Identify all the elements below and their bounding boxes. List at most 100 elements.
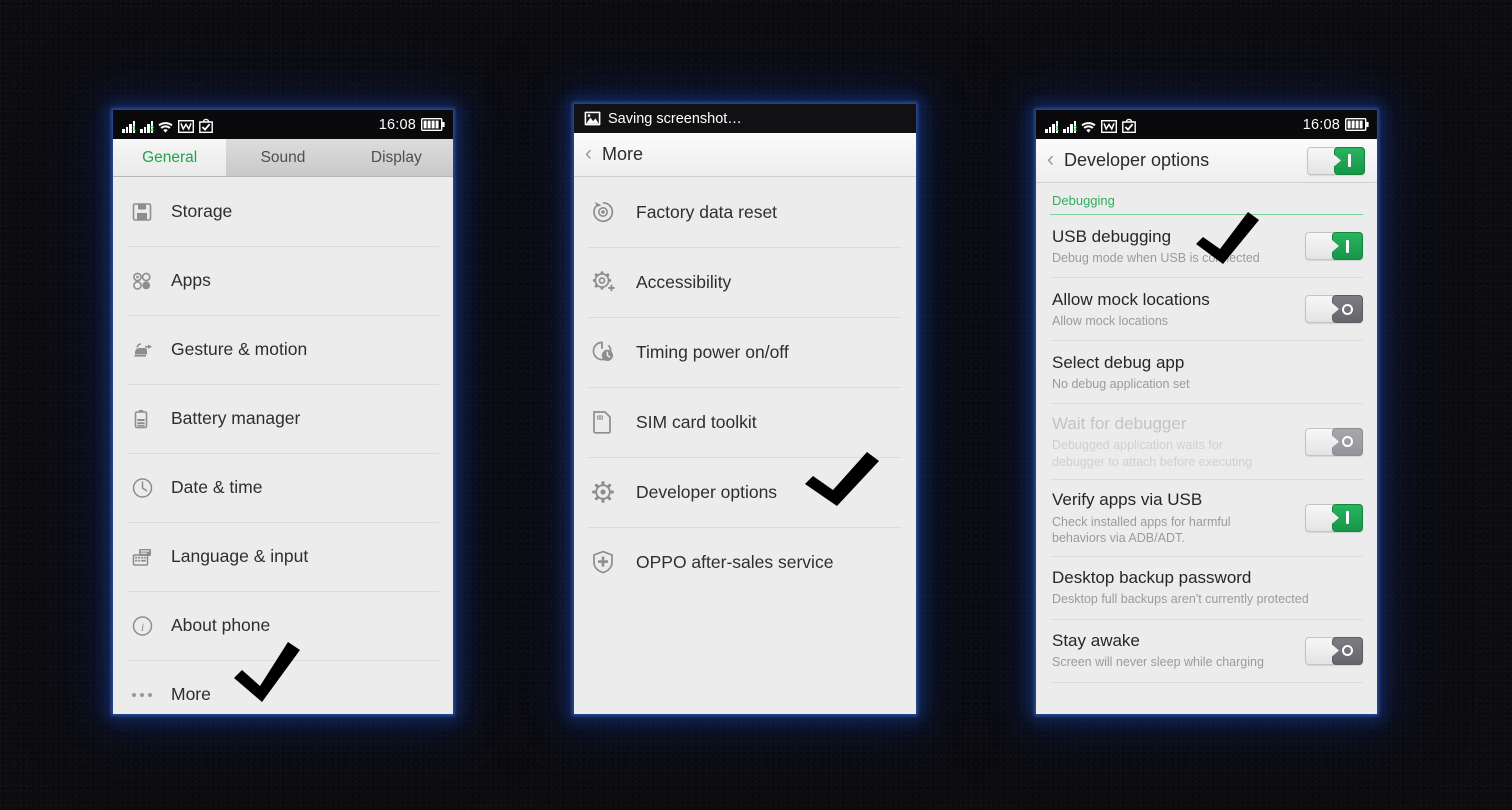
back-chevron-icon[interactable]: ‹ <box>1047 149 1054 173</box>
verify-apps-via-usb-toggle[interactable] <box>1305 503 1363 532</box>
list-item-sim-card-toolkit[interactable]: SIM card toolkit <box>574 387 916 457</box>
signal-bars-sim1-icon: 1 <box>1045 120 1059 133</box>
list-item-battery-manager[interactable]: Battery manager <box>113 384 453 453</box>
list-item-label: Factory data reset <box>636 201 778 222</box>
setting-row-desktop-backup-password[interactable]: Desktop backup password Desktop full bac… <box>1036 557 1377 620</box>
battery-icon <box>421 118 445 131</box>
tab-sound[interactable]: Sound <box>226 139 339 176</box>
list-item-label: Language & input <box>171 546 309 566</box>
gear-icon <box>590 479 636 505</box>
toggle-thumb <box>1334 146 1365 175</box>
setting-row-stay-awake[interactable]: Stay awake Screen will never sleep while… <box>1036 620 1377 683</box>
setting-row-usb-debugging[interactable]: USB debugging Debug mode when USB is con… <box>1036 215 1377 278</box>
wifi-icon <box>158 120 173 133</box>
status-bar-left-icons: 1 2 <box>122 116 213 133</box>
signal-bars-sim2-icon: 2 <box>1063 120 1077 133</box>
setting-title: Select debug app <box>1052 352 1185 372</box>
play-store-icon <box>1122 118 1136 133</box>
gmail-icon <box>1101 120 1117 133</box>
status-bar-clock: 16:08 <box>378 116 416 133</box>
list-item-storage[interactable]: Storage <box>113 177 453 246</box>
list-item-date-time[interactable]: Date & time <box>113 453 453 522</box>
phone-panel-settings-general: 1 2 16:08 General Sound Display Storage … <box>113 110 453 714</box>
usb-debugging-toggle[interactable] <box>1305 232 1363 260</box>
status-bar-clock: 16:08 <box>1302 116 1340 133</box>
timer-power-icon <box>590 339 636 365</box>
list-item-developer-options[interactable]: Developer options <box>574 457 916 527</box>
wait-for-debugger-toggle <box>1305 427 1363 456</box>
list-item-oppo-after-sales[interactable]: OPPO after-sales service <box>574 527 916 597</box>
settings-list-more: Factory data reset Accessibility Timing … <box>574 177 916 597</box>
list-item-label: Apps <box>171 270 211 290</box>
play-store-icon <box>199 118 213 133</box>
shield-plus-icon <box>590 549 636 575</box>
list-item-label: More <box>171 684 211 704</box>
setting-text: USB debugging Debug mode when USB is con… <box>1052 226 1305 267</box>
list-item-label: About phone <box>171 615 271 635</box>
list-item-factory-data-reset[interactable]: Factory data reset <box>574 177 916 247</box>
header-bar-more: ‹ More <box>574 133 916 177</box>
list-item-accessibility[interactable]: Accessibility <box>574 247 916 317</box>
section-header-debugging: Debugging <box>1052 193 1115 208</box>
setting-row-verify-apps-via-usb[interactable]: Verify apps via USB Check installed apps… <box>1036 480 1377 557</box>
toggle-thumb <box>1332 636 1363 665</box>
setting-title: Desktop backup password <box>1052 568 1252 588</box>
status-bar-right: 16:08 <box>1303 117 1369 133</box>
list-item-more[interactable]: More <box>113 660 453 714</box>
setting-subtitle: Debugged application waits for debugger … <box>1052 438 1253 469</box>
image-icon <box>584 111 601 126</box>
battery-icon <box>131 408 171 430</box>
developer-options-list: USB debugging Debug mode when USB is con… <box>1036 215 1377 683</box>
list-item-apps[interactable]: Apps <box>113 246 453 315</box>
status-bar-right: 16:08 <box>379 117 445 133</box>
phone-panel-developer-options: 1 2 16:08 ‹ Developer options Debugging … <box>1036 110 1377 714</box>
setting-row-allow-mock-locations[interactable]: Allow mock locations Allow mock location… <box>1036 278 1377 341</box>
page-title: More <box>602 144 644 164</box>
list-item-label: Battery manager <box>171 408 301 428</box>
toggle-thumb <box>1332 232 1363 260</box>
tab-display[interactable]: Display <box>340 139 453 176</box>
list-item-label: Developer options <box>636 481 778 502</box>
list-item-label: SIM card toolkit <box>636 411 757 432</box>
setting-title: Allow mock locations <box>1052 289 1210 309</box>
setting-subtitle: Screen will never sleep while charging <box>1052 655 1264 670</box>
hand-gesture-icon <box>131 339 171 361</box>
toggle-thumb <box>1332 427 1363 456</box>
status-bar: 1 2 16:08 <box>113 110 453 139</box>
gmail-icon <box>178 120 194 133</box>
setting-text: Desktop backup password Desktop full bac… <box>1052 567 1363 608</box>
notification-text: Saving screenshot… <box>608 110 742 127</box>
list-item-label: Gesture & motion <box>171 339 308 359</box>
setting-subtitle: Desktop full backups aren't currently pr… <box>1052 592 1309 607</box>
list-item-label: OPPO after-sales service <box>636 551 834 572</box>
setting-subtitle: Debug mode when USB is connected <box>1052 250 1260 265</box>
setting-row-select-debug-app[interactable]: Select debug app No debug application se… <box>1036 341 1377 404</box>
developer-options-master-toggle[interactable] <box>1307 146 1365 175</box>
list-item-timing-power[interactable]: Timing power on/off <box>574 317 916 387</box>
signal-bars-sim1-icon: 1 <box>122 120 136 133</box>
setting-subtitle: Allow mock locations <box>1052 313 1169 328</box>
back-chevron-icon[interactable]: ‹ <box>585 143 592 167</box>
factory-reset-icon <box>590 199 636 225</box>
keyboard-icon <box>131 546 171 568</box>
status-bar-left-icons: 1 2 <box>1045 116 1136 133</box>
list-item-about-phone[interactable]: i About phone <box>113 591 453 660</box>
setting-subtitle: No debug application set <box>1052 376 1190 391</box>
settings-list-general: Storage Apps Gesture & motion Battery ma… <box>113 177 453 714</box>
setting-text: Allow mock locations Allow mock location… <box>1052 289 1305 330</box>
toggle-thumb <box>1332 295 1363 323</box>
battery-icon <box>1345 118 1369 131</box>
wifi-icon <box>1081 120 1096 133</box>
setting-text: Verify apps via USB Check installed apps… <box>1052 489 1305 546</box>
header-bar-developer-options: ‹ Developer options <box>1036 139 1377 183</box>
list-item-language-input[interactable]: Language & input <box>113 522 453 591</box>
stay-awake-toggle[interactable] <box>1305 636 1363 665</box>
list-item-gesture-motion[interactable]: Gesture & motion <box>113 315 453 384</box>
accessibility-gear-icon <box>590 269 636 295</box>
tab-general[interactable]: General <box>113 139 227 176</box>
screenshot-stage: 1 2 16:08 General Sound Display Storage … <box>0 0 1512 810</box>
list-item-label: Storage <box>171 201 233 221</box>
allow-mock-locations-toggle[interactable] <box>1305 295 1363 323</box>
page-title: Developer options <box>1064 150 1210 170</box>
floppy-disk-icon <box>131 201 171 223</box>
